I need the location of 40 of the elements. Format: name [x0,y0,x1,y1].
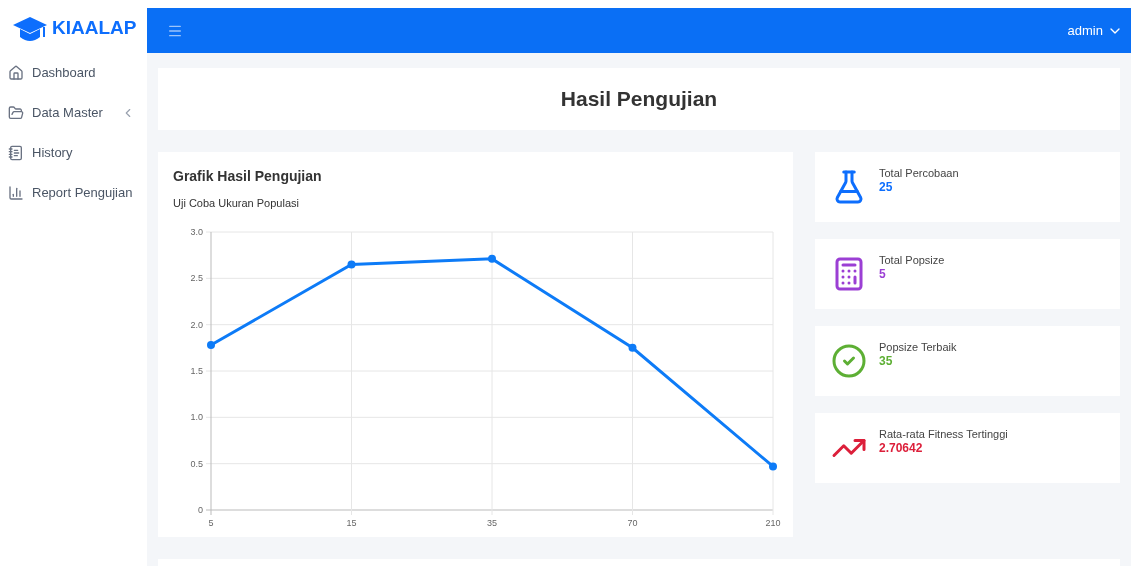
y-tick-label: 2.5 [190,272,203,283]
chart-title: Uji Coba Ukuran Populasi [173,196,300,211]
page-title: Hasil Pengujian [560,86,718,113]
x-tick-label: 15 [346,517,357,528]
data-point [347,259,356,268]
stat-value: 25 [879,180,894,196]
bar-chart-icon [8,185,24,201]
check-circle-icon [831,343,867,379]
data-point [488,254,496,263]
y-tick-label: 1.0 [190,411,203,422]
x-tick-label: 35 [487,517,497,528]
sidebar-item[interactable]: History [0,133,147,173]
notebook-icon [8,145,24,161]
data-point [628,343,637,352]
graduation-cap-logo-icon [12,14,48,43]
x-tick-label: 5 [208,517,214,528]
data-point [207,340,215,349]
stat-label: Rata-rata Fitness Tertinggi [879,427,1008,442]
home-icon [8,65,24,81]
stat-value: 35 [879,354,894,370]
stat-label: Total Percobaan [879,166,959,181]
y-tick-label: 0.5 [190,458,203,469]
sidebar-item[interactable]: Data Master [0,93,147,133]
chart-card-title: Grafik Hasil Pengujian [173,167,323,186]
brand-name: KIAALAP [52,16,137,41]
sidebar-item[interactable]: Dashboard [0,53,147,93]
stat-value: 2.70642 [879,441,924,457]
y-tick-label: 3.0 [190,226,203,237]
y-tick-label: 0 [198,504,203,515]
user-menu[interactable]: admin [1067,20,1123,41]
data-point [769,461,777,470]
stat-label: Total Popsize [879,253,945,268]
y-tick-label: 2.0 [190,319,203,330]
x-tick-label: 210 [765,517,781,528]
stat-label: Popsize Terbaik [879,340,957,355]
sidebar-item[interactable]: Report Pengujian [0,173,147,213]
x-tick-label: 70 [627,517,638,528]
folder-icon [8,105,24,121]
stat-value: 5 [879,267,887,283]
y-tick-label: 1.5 [190,365,203,376]
